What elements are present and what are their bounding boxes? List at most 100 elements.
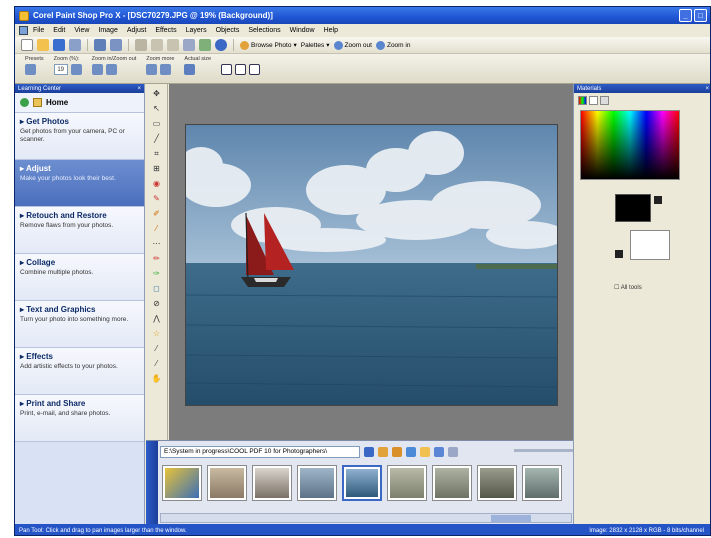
thumbnail[interactable] [207,465,247,501]
document-icon[interactable] [19,26,28,35]
dropdown-arrow-icon[interactable] [364,446,374,457]
folder-path-select[interactable]: E:\System in progress\COOL PDF 10 for Ph… [160,445,360,458]
pen-tool-icon[interactable]: ⁄ [151,358,162,369]
learning-item-get-photos[interactable]: ▸ Get Photos Get photos from your camera… [15,113,144,160]
cut-icon[interactable] [135,39,147,51]
help-icon[interactable] [215,39,227,51]
red-eye-icon[interactable]: ◉ [151,178,162,189]
frame-tab[interactable] [578,96,587,105]
menu-edit[interactable]: Edit [53,27,65,34]
actual-size-icon[interactable] [184,64,196,75]
presets-dropdown[interactable] [25,64,36,75]
menu-layers[interactable]: Layers [186,27,207,34]
zoom-spinner[interactable] [70,64,82,75]
print-icon[interactable] [94,39,106,51]
rainbow-tab[interactable] [589,96,598,105]
thumbnail-scrollbar[interactable] [160,513,572,523]
scrollbar-thumb[interactable] [491,515,531,522]
menu-file[interactable]: File [33,27,44,34]
learning-item-retouch[interactable]: ▸ Retouch and Restore Remove flaws from … [15,207,144,254]
save-icon[interactable] [53,39,65,51]
zoom-out-button[interactable]: Zoom out [333,40,372,50]
background-color-swatch[interactable] [630,230,670,260]
menu-adjust[interactable]: Adjust [127,27,146,34]
thumbnail[interactable] [387,465,427,501]
paint-brush-icon[interactable]: ✏ [151,253,162,264]
thumbnail[interactable] [162,465,202,501]
home-row[interactable]: Home [15,93,144,113]
copy-icon[interactable] [151,39,163,51]
organizer-side-handle[interactable] [146,441,158,527]
open-folder-icon[interactable] [37,39,49,51]
close-icon[interactable]: × [705,86,709,92]
zoom-more-in-icon[interactable] [146,64,158,75]
dodge-tool-icon[interactable]: ⋯ [151,238,162,249]
learning-item-adjust[interactable]: ▸ Adjust Make your photos look their bes… [15,160,144,207]
maximize-button[interactable]: □ [694,9,707,22]
swap-colors-icon[interactable] [654,196,662,204]
title-bar[interactable]: Corel Paint Shop Pro X - [DSC70279.JPG @… [15,7,710,24]
redo-icon[interactable] [199,39,211,51]
menu-effects[interactable]: Effects [155,27,176,34]
palettes-button[interactable]: Palettes ▾ [301,41,330,50]
warp-brush-icon[interactable]: ✋ [151,373,162,384]
undo-icon[interactable] [183,39,195,51]
zoom-in-button[interactable]: Zoom in [375,40,410,50]
menu-selections[interactable]: Selections [248,27,280,34]
thumbnail[interactable] [522,465,562,501]
browse-folder-icon[interactable] [378,446,388,457]
learning-item-text-graphics[interactable]: ▸ Text and Graphics Turn your photo into… [15,301,144,348]
pick-tool-icon[interactable]: ↖ [151,103,162,114]
fit-window-icon[interactable] [221,64,233,75]
pan-tool-icon[interactable]: ✥ [151,88,162,99]
preset-shape-icon[interactable]: ☆ [151,328,162,339]
learning-item-collage[interactable]: ▸ Collage Combine multiple photos. [15,254,144,301]
thumbnail-size-slider[interactable] [514,449,574,452]
image-workspace[interactable] [169,84,579,440]
minimize-button[interactable]: _ [679,9,692,22]
view-mode-icon[interactable] [434,446,444,457]
browse-photo-button[interactable]: Browse Photo ▾ [240,40,297,50]
all-tools-checkbox[interactable]: ☐ All tools [614,284,642,291]
learning-item-effects[interactable]: ▸ Effects Add artistic effects to your p… [15,348,144,395]
zoom-in-tool-icon[interactable] [91,64,103,75]
menu-image[interactable]: Image [98,27,117,34]
new-file-icon[interactable] [21,39,33,51]
transparent-icon[interactable] [615,250,623,258]
zoom-out-tool-icon[interactable] [105,64,117,75]
fit-screen-icon[interactable] [249,64,261,75]
paste-icon[interactable] [167,39,179,51]
eraser-icon[interactable]: ◻ [151,283,162,294]
text-tool-icon[interactable]: ⁄ [151,343,162,354]
color-palette[interactable] [580,110,680,180]
menu-window[interactable]: Window [290,27,315,34]
scratch-remover-icon[interactable]: ⁄ [151,223,162,234]
scan-icon[interactable] [110,39,122,51]
air-brush-icon[interactable]: ✑ [151,268,162,279]
eyedropper-icon[interactable]: ╱ [151,133,162,144]
folder-icon[interactable] [420,446,430,457]
menu-help[interactable]: Help [324,27,338,34]
selection-tool-icon[interactable]: ▭ [151,118,162,129]
shape-tool-icon[interactable]: ⋀ [151,313,162,324]
clone-brush-icon[interactable]: ✐ [151,208,162,219]
learning-item-print-share[interactable]: ▸ Print and Share Print, e-mail, and sha… [15,395,144,442]
thumbnail[interactable] [297,465,337,501]
zoom-more-out-icon[interactable] [160,64,172,75]
picture-tube-icon[interactable]: ⊘ [151,298,162,309]
thumbnail[interactable] [477,465,517,501]
learning-center-header[interactable]: Learning Center × [15,84,144,93]
favorite-folder-icon[interactable] [392,446,402,457]
crop-tool-icon[interactable]: ⌗ [151,148,162,159]
thumbnail[interactable] [432,465,472,501]
materials-header[interactable]: Materials × [574,84,710,93]
refresh-icon[interactable] [406,446,416,457]
zoom-value-input[interactable]: 19 [53,64,68,75]
close-icon[interactable]: × [137,86,141,92]
menu-objects[interactable]: Objects [216,27,240,34]
makeover-tool-icon[interactable]: ✎ [151,193,162,204]
options-icon[interactable] [448,446,458,457]
photo-canvas[interactable] [185,124,558,406]
straighten-tool-icon[interactable]: ⊞ [151,163,162,174]
thumbnail[interactable] [252,465,292,501]
